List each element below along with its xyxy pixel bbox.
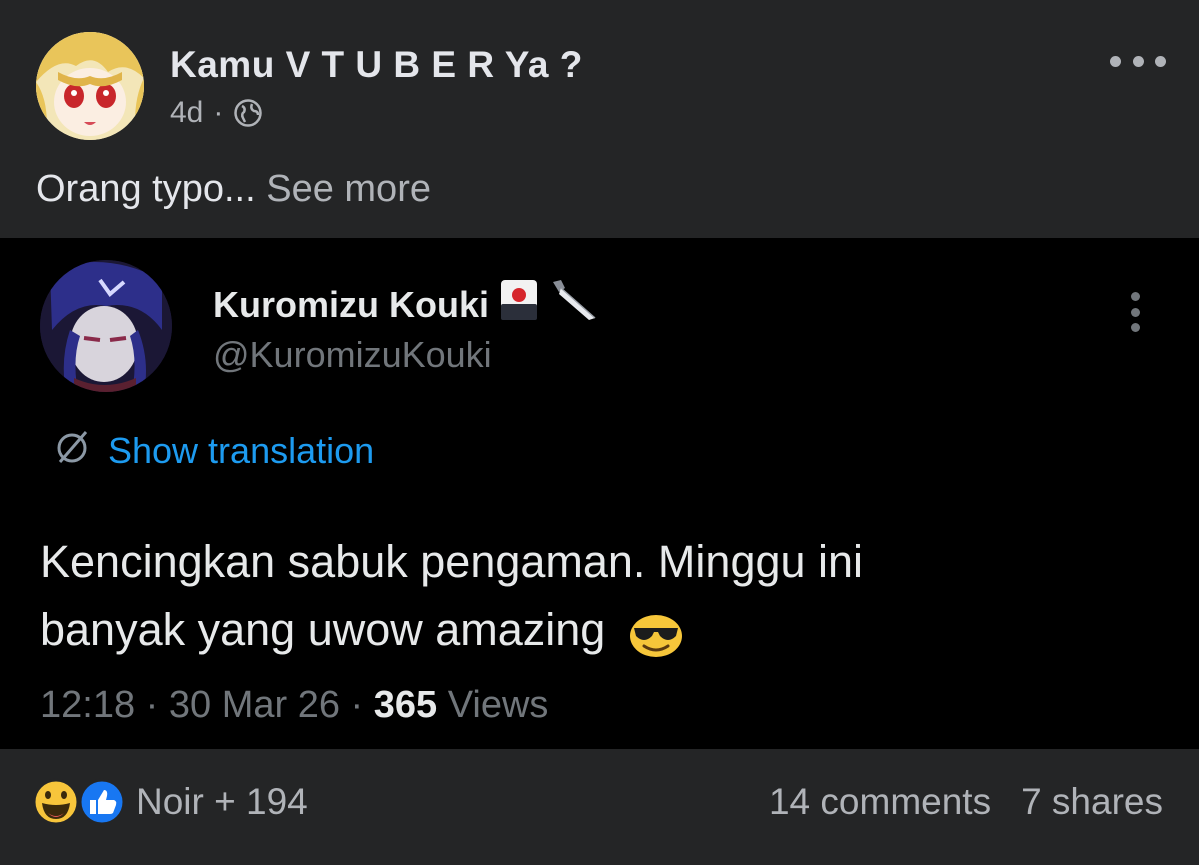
dot xyxy=(1132,55,1144,67)
playing-card-icon xyxy=(499,278,539,331)
post-caption: Orang typo... See more xyxy=(36,168,431,211)
page-name[interactable]: Kamu V T U B E R Ya ? xyxy=(170,44,583,86)
globe-icon xyxy=(233,98,263,128)
engagement-counts: 14 comments 7 shares xyxy=(769,781,1163,823)
like-icon xyxy=(78,778,126,826)
tweet-meta: 12:18 · 30 Mar 26 · 365 Views xyxy=(40,684,548,727)
tweet-views-count: 365 xyxy=(373,684,438,726)
tweet-meta-separator: · xyxy=(145,684,169,726)
show-translation-link[interactable]: Show translation xyxy=(52,426,374,475)
shares-count[interactable]: 7 shares xyxy=(1021,781,1163,823)
tweet-text: Kencingkan sabuk pengaman. Minggu ini ba… xyxy=(40,528,1140,664)
reaction-icons[interactable] xyxy=(30,777,128,827)
knife-icon xyxy=(549,278,597,331)
dot xyxy=(1155,55,1166,67)
post-header: Kamu V T U B E R Ya ? 4d · Orang typo...… xyxy=(0,0,1199,238)
sunglasses-face-icon xyxy=(628,609,684,658)
post-options-button[interactable] xyxy=(1110,50,1166,72)
reactions-bar: Noir + 194 14 comments 7 shares xyxy=(0,749,1199,865)
tweet-views-label: Views xyxy=(447,684,549,726)
show-translation-label: Show translation xyxy=(108,429,375,471)
post-meta: 4d · xyxy=(170,96,263,130)
tweet-author-name[interactable]: Kuromizu Kouki xyxy=(213,278,597,331)
page-avatar[interactable] xyxy=(36,32,144,140)
translate-globe-icon xyxy=(52,426,92,475)
tweet-display-name: Kuromizu Kouki xyxy=(213,283,489,325)
tweet-options-icon xyxy=(1128,292,1142,332)
haha-icon xyxy=(32,778,80,826)
tweet-handle[interactable]: @KuromizuKouki xyxy=(213,334,492,376)
comments-count[interactable]: 14 comments xyxy=(769,781,991,823)
meta-separator: · xyxy=(213,96,224,129)
tweet-meta-separator: · xyxy=(350,684,374,726)
reactions-summary[interactable]: Noir + 194 xyxy=(136,781,308,823)
dot xyxy=(1130,307,1140,317)
dot xyxy=(1130,323,1140,332)
tweet-avatar xyxy=(40,260,172,392)
tweet-text-line-1: Kencingkan sabuk pengaman. Minggu ini xyxy=(40,536,864,587)
post-time[interactable]: 4d xyxy=(170,96,203,130)
caption-text: Orang typo... xyxy=(36,168,256,210)
dot xyxy=(1130,292,1140,301)
dot xyxy=(1110,55,1121,67)
tweet-date: 30 Mar 26 xyxy=(168,684,340,726)
tweet-screenshot[interactable]: Kuromizu Kouki @KuromizuKouki Show trans… xyxy=(0,238,1199,749)
tweet-time: 12:18 xyxy=(40,684,136,726)
tweet-text-line-2: banyak yang uwow amazing xyxy=(40,596,1140,664)
see-more-link[interactable]: See more xyxy=(266,168,431,210)
tweet-text-line-2-text: banyak yang uwow amazing xyxy=(40,604,606,655)
